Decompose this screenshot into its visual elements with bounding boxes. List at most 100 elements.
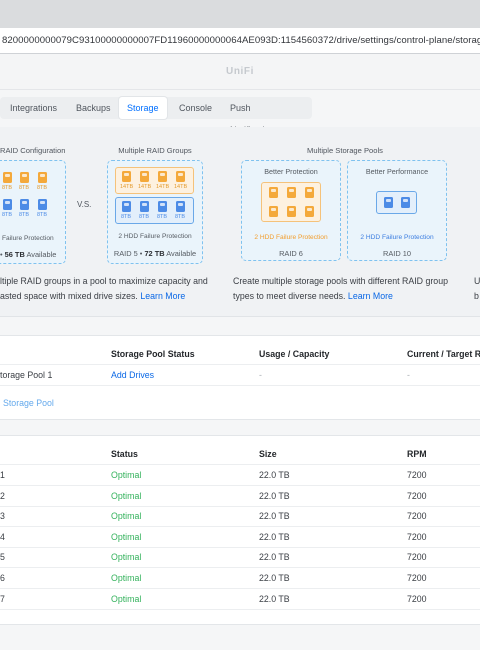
capacity-summary: • 56 TB Available bbox=[0, 250, 57, 259]
drive-size-label: 8TB bbox=[19, 185, 30, 191]
hdd-icon bbox=[305, 187, 314, 198]
row-divider bbox=[0, 485, 480, 486]
drive-size: 22.0 TB bbox=[259, 511, 290, 521]
hdd-icon bbox=[122, 201, 131, 212]
drive-size-label: 8TB bbox=[175, 214, 186, 220]
column-header-size: Size bbox=[259, 449, 277, 459]
row-divider bbox=[0, 364, 480, 365]
hdd-icon bbox=[269, 206, 278, 217]
failure-protection-label: 2 HDD Failure Protection bbox=[254, 234, 328, 241]
drive-status: Optimal bbox=[111, 532, 142, 542]
hdd-icon bbox=[3, 199, 12, 210]
failure-protection-label: Failure Protection bbox=[2, 235, 54, 242]
drive-status: Optimal bbox=[111, 511, 142, 521]
hdd-icon bbox=[158, 201, 167, 212]
hdd-icon bbox=[287, 187, 296, 198]
drive-status: Optimal bbox=[111, 573, 142, 583]
drive-size: 22.0 TB bbox=[259, 532, 290, 542]
row-divider bbox=[0, 464, 480, 465]
drive-status: Optimal bbox=[111, 552, 142, 562]
hdd-icon bbox=[287, 206, 296, 217]
drive-status: Optimal bbox=[111, 594, 142, 604]
failure-protection-label: 2 HDD Failure Protection bbox=[360, 234, 434, 241]
drive-size-label: 8TB bbox=[37, 212, 48, 218]
drive-size-label: 8TB bbox=[2, 185, 13, 191]
drive-rpm: 7200 bbox=[407, 532, 427, 542]
cut-off-description: U b bbox=[474, 276, 480, 301]
column-header-status: Status bbox=[111, 449, 138, 459]
raid-config-title: RAID Configuration bbox=[0, 146, 66, 155]
drive-size-label: 14TB bbox=[120, 184, 134, 190]
drive-size: 22.0 TB bbox=[259, 573, 290, 583]
drive-slot: 7 bbox=[0, 594, 5, 604]
hdd-icon bbox=[401, 197, 410, 208]
capacity-summary: RAID 5 • 72 TB Available bbox=[113, 249, 197, 258]
drive-size-label: 14TB bbox=[156, 184, 170, 190]
raid-value: - bbox=[407, 370, 410, 380]
app-header: UniFi bbox=[0, 54, 480, 90]
row-divider bbox=[0, 609, 480, 610]
address-bar-url[interactable]: 8200000000079C93100000000007FD1196000000… bbox=[2, 35, 480, 46]
drive-rpm: 7200 bbox=[407, 491, 427, 501]
tab-integrations[interactable]: Integrations bbox=[2, 97, 65, 119]
failure-protection-label: 2 HDD Failure Protection bbox=[118, 233, 192, 240]
drive-slot: 1 bbox=[0, 470, 5, 480]
hdd-icon bbox=[140, 171, 149, 182]
drive-size: 22.0 TB bbox=[259, 594, 290, 604]
add-drives-link[interactable]: Add Drives bbox=[111, 370, 154, 380]
better-performance-heading: Better Performance bbox=[365, 167, 429, 176]
multiple-storage-pools-title: Multiple Storage Pools bbox=[307, 146, 383, 155]
address-bar[interactable]: 8200000000079C93100000000007FD1196000000… bbox=[0, 28, 480, 54]
row-divider bbox=[0, 588, 480, 589]
drive-size-label: 8TB bbox=[37, 185, 48, 191]
hdd-icon bbox=[20, 172, 29, 183]
drive-slot: 6 bbox=[0, 573, 5, 583]
column-header-usage: Usage / Capacity bbox=[259, 349, 330, 359]
tab-storage[interactable]: Storage bbox=[119, 97, 167, 119]
learn-more-link[interactable]: Learn More bbox=[348, 291, 393, 301]
tab-backups[interactable]: Backups bbox=[68, 97, 119, 119]
row-divider bbox=[0, 547, 480, 548]
brand-logo: UniFi bbox=[226, 66, 254, 77]
create-storage-pool-link[interactable]: Storage Pool bbox=[3, 398, 54, 408]
drive-rpm: 7200 bbox=[407, 573, 427, 583]
drive-rpm: 7200 bbox=[407, 552, 427, 562]
hdd-icon bbox=[38, 199, 47, 210]
column-header-pool-status: Storage Pool Status bbox=[111, 349, 195, 359]
drive-size-label: 8TB bbox=[2, 212, 13, 218]
row-divider bbox=[0, 567, 480, 568]
hdd-icon bbox=[269, 187, 278, 198]
row-divider bbox=[0, 385, 480, 386]
hdd-icon bbox=[122, 171, 131, 182]
column-header-raid: Current / Target R bbox=[407, 349, 480, 359]
drive-slot: 3 bbox=[0, 511, 5, 521]
drive-size: 22.0 TB bbox=[259, 552, 290, 562]
drive-size: 22.0 TB bbox=[259, 491, 290, 501]
raid-level-label: RAID 6 bbox=[279, 249, 303, 258]
drive-rpm: 7200 bbox=[407, 470, 427, 480]
raid10-group bbox=[376, 191, 417, 214]
tab-console[interactable]: Console bbox=[171, 97, 220, 119]
storage-pools-description: Create multiple storage pools with diffe… bbox=[233, 276, 448, 301]
column-header-rpm: RPM bbox=[407, 449, 427, 459]
hdd-icon bbox=[384, 197, 393, 208]
hdd-icon bbox=[305, 206, 314, 217]
drive-size-label: 8TB bbox=[121, 214, 132, 220]
drive-status: Optimal bbox=[111, 470, 142, 480]
raid-level-label: RAID 10 bbox=[383, 249, 411, 258]
row-divider bbox=[0, 506, 480, 507]
browser-tab-strip bbox=[0, 0, 480, 28]
hdd-icon bbox=[176, 171, 185, 182]
hdd-icon bbox=[3, 172, 12, 183]
drive-size: 22.0 TB bbox=[259, 470, 290, 480]
drive-size-label: 8TB bbox=[157, 214, 168, 220]
learn-more-link[interactable]: Learn More bbox=[140, 291, 185, 301]
hdd-icon bbox=[140, 201, 149, 212]
hdd-icon bbox=[176, 201, 185, 212]
drive-size-label: 14TB bbox=[174, 184, 188, 190]
better-protection-heading: Better Protection bbox=[264, 167, 318, 176]
drive-size-label: 14TB bbox=[138, 184, 152, 190]
multiple-raid-groups-title: Multiple RAID Groups bbox=[118, 146, 192, 155]
drive-status: Optimal bbox=[111, 491, 142, 501]
tab-push-notifications[interactable]: Push Notifications bbox=[222, 97, 287, 135]
